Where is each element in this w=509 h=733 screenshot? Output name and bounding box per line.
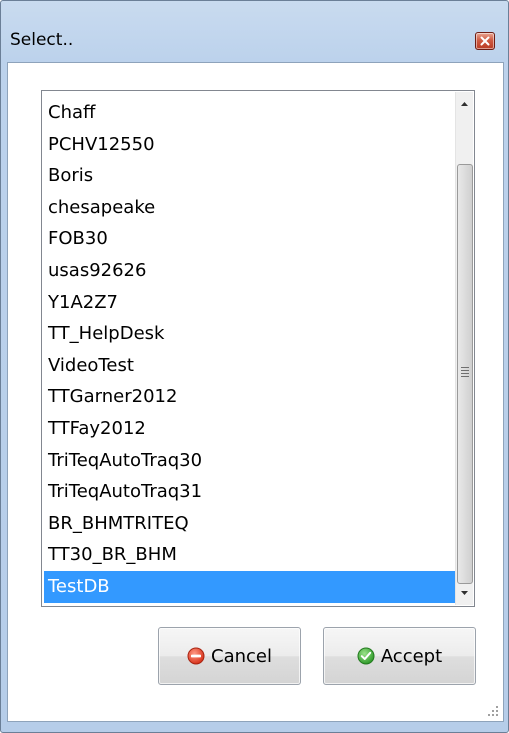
cancel-label: Cancel [211,645,272,667]
list-item[interactable]: TT_HelpDesk [44,318,456,350]
list-item[interactable]: VideoTest [44,350,456,382]
list-item[interactable]: TTFay2012 [44,413,456,445]
scrollbar-thumb[interactable] [457,164,473,584]
list-item[interactable]: TriTeqAutoTraq30 [44,445,456,477]
cancel-button[interactable]: Cancel [158,627,301,685]
database-list: Chaff PCHV12550 Boris chesapeake FOB30 usas92… [44,97,456,603]
list-item[interactable]: TTGarner2012 [44,381,456,413]
database-listbox[interactable]: Chaff PCHV12550 Boris chesapeake FOB30 usas92… [41,90,475,607]
scroll-up-arrow-icon[interactable] [456,96,473,113]
list-item[interactable]: TestDB [44,570,456,603]
window-title: Select.. [10,30,74,50]
list-item[interactable]: TT30_BR_BHM [44,539,456,571]
accept-button[interactable]: Accept [323,627,476,685]
minus-circle-icon [187,647,205,665]
list-item[interactable]: PCHV12550 [44,129,456,161]
close-button[interactable] [475,32,495,50]
grip-icon [461,367,469,379]
accept-label: Accept [380,645,443,667]
list-item[interactable]: FOB30 [44,223,456,255]
check-circle-icon [357,647,375,665]
scroll-down-arrow-icon[interactable] [456,584,473,601]
list-item[interactable]: usas92626 [44,255,456,287]
select-dialog: Select.. Chaff PCHV12550 Boris chesapeake FO… [0,0,509,733]
resize-grip-icon[interactable] [487,705,499,717]
list-item[interactable]: BR_BHMTRITEQ [44,508,456,540]
close-icon [480,36,490,46]
list-item[interactable]: chesapeake [44,192,456,224]
vertical-scrollbar[interactable] [455,92,473,605]
list-item[interactable]: TriTeqAutoTraq31 [44,476,456,508]
list-item[interactable]: Boris [44,160,456,192]
list-item[interactable]: Chaff [44,97,456,129]
title-bar[interactable]: Select.. [1,1,508,61]
list-item[interactable]: Y1A2Z7 [44,287,456,319]
dialog-content: Chaff PCHV12550 Boris chesapeake FOB30 usas92… [7,62,504,722]
